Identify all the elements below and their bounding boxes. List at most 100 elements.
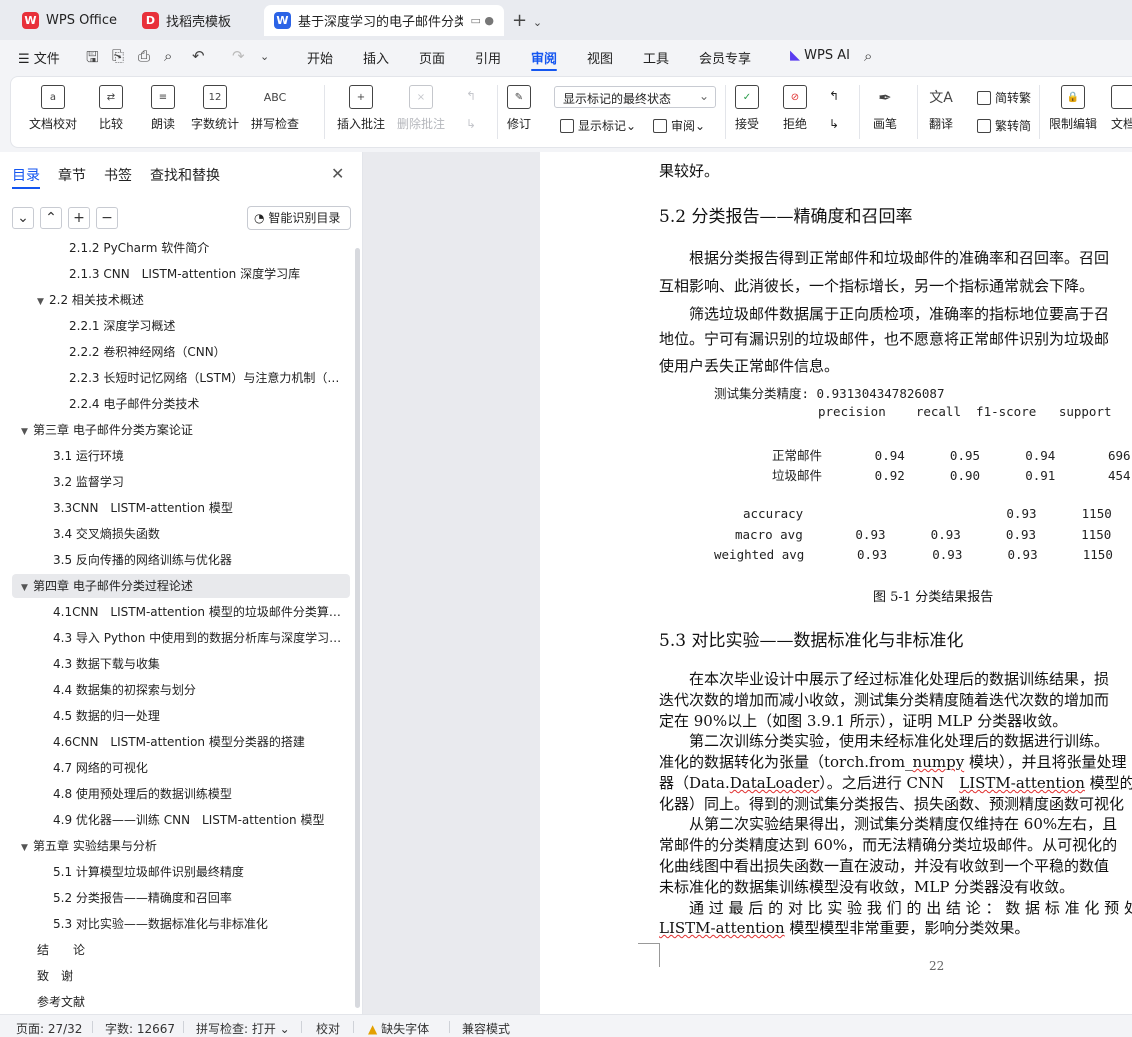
tab-close-icon[interactable]: ▭ ● (471, 14, 495, 27)
menu-references[interactable]: 引用 (475, 48, 501, 67)
toc-item[interactable]: 2.1.2 PyCharm 软件简介 (12, 240, 350, 260)
toc-item[interactable]: 3.4 交叉熵损失函数 (12, 522, 350, 546)
spell-check-status[interactable]: 拼写检查: 打开 ⌄ (196, 1020, 290, 1037)
expand-triangle-icon[interactable]: ▼ (21, 836, 33, 858)
print-preview-icon[interactable]: ⌕ (164, 47, 172, 65)
toc-item[interactable]: 4.6CNN LISTM-attention 模型分类器的搭建 (12, 730, 350, 754)
toc-item[interactable]: 5.3 对比实验——数据标准化与非标准化 (12, 912, 350, 936)
reject-button[interactable]: ⊘ 拒绝 (783, 85, 807, 132)
tab-document[interactable]: W 基于深度学习的电子邮件分类 ▭ ● (264, 5, 504, 36)
expand-triangle-icon[interactable]: ▼ (21, 420, 33, 442)
status-divider (92, 1021, 93, 1033)
compare-button[interactable]: ⇄ 比较 (99, 85, 123, 132)
tab-bookmarks[interactable]: 书签 (104, 165, 132, 185)
quick-access-more-icon[interactable]: ⌄ (260, 50, 269, 63)
delete-comment-button[interactable]: × 删除批注 (397, 85, 445, 132)
add-heading-button[interactable]: + (68, 207, 90, 229)
toc-scrollbar[interactable] (355, 248, 360, 1008)
toc-item[interactable]: 2.2.3 长短时记忆网络（LSTM）与注意力机制（… (12, 366, 350, 390)
menu-insert[interactable]: 插入 (363, 48, 389, 67)
previous-comment-icon[interactable]: ↰ (466, 89, 476, 103)
insert-comment-button[interactable]: + 插入批注 (337, 85, 385, 132)
traditional-to-simplified-button[interactable]: 繁转简 (977, 117, 1031, 134)
previous-change-icon[interactable]: ↰ (829, 89, 839, 103)
toc-item[interactable]: 致 谢 (12, 964, 350, 988)
print-icon[interactable]: ⎙ (138, 47, 150, 65)
toc-item[interactable]: 3.2 监督学习 (12, 470, 350, 494)
remove-heading-button[interactable]: − (96, 207, 118, 229)
simplified-to-traditional-button[interactable]: 简转繁 (977, 89, 1031, 106)
expand-level-button[interactable]: ⌃ (40, 207, 62, 229)
share-icon[interactable]: ⎘ (112, 47, 124, 65)
spell-check-button[interactable]: ABC 拼写检查 (251, 85, 299, 132)
toc-item[interactable]: 2.2.1 深度学习概述 (12, 314, 350, 338)
wps-ai-button[interactable]: ◣ WPS AI (790, 48, 850, 63)
expand-triangle-icon[interactable]: ▼ (21, 576, 33, 598)
collapse-all-button[interactable]: ⌄ (12, 207, 34, 229)
active-tab-indicator (12, 187, 40, 189)
new-tab-button[interactable]: + ⌄ (512, 10, 542, 31)
expand-triangle-icon[interactable]: ▼ (37, 290, 49, 312)
translate-button[interactable]: 文A 翻译 (929, 85, 953, 132)
menu-member[interactable]: 会员专享 (699, 48, 751, 67)
read-aloud-button[interactable]: ≡ 朗读 (151, 85, 175, 132)
menu-page[interactable]: 页面 (419, 48, 445, 67)
missing-font-status[interactable]: ▲ 缺失字体 (368, 1020, 429, 1037)
tab-sections[interactable]: 章节 (58, 165, 86, 185)
toc-item[interactable]: 5.1 计算模型垃圾邮件识别最终精度 (12, 860, 350, 884)
accept-button[interactable]: ✓ 接受 (735, 85, 759, 132)
next-change-icon[interactable]: ↳ (829, 117, 839, 131)
toc-item[interactable]: 3.5 反向传播的网络训练与优化器 (12, 548, 350, 572)
tab-find-replace[interactable]: 查找和替换 (150, 165, 220, 185)
word-count-button[interactable]: 12 字数统计 (191, 85, 239, 132)
toc-item[interactable]: 2.2.2 卷积神经网络（CNN） (12, 340, 350, 364)
toc-item[interactable]: 4.9 优化器——训练 CNN LISTM-attention 模型 (12, 808, 350, 832)
page-indicator[interactable]: 页面: 27/32 (16, 1020, 82, 1037)
toc-item[interactable]: ▼ 第四章 电子邮件分类过程论述 (12, 574, 350, 598)
document-protect-button[interactable]: 文档 (1111, 85, 1132, 132)
file-menu[interactable]: ☰ 文件 (18, 48, 60, 67)
search-icon[interactable]: ⌕ (864, 47, 872, 65)
restrict-edit-button[interactable]: 🔒 限制编辑 (1049, 85, 1097, 132)
toc-item[interactable]: 4.5 数据的归一处理 (12, 704, 350, 728)
menu-view[interactable]: 视图 (587, 48, 613, 67)
tab-docer-templates[interactable]: D 找稻壳模板 (132, 5, 258, 36)
tab-wps-office[interactable]: W WPS Office (12, 5, 124, 36)
toc-item[interactable]: 参考文献 (12, 990, 350, 1010)
proofread-status[interactable]: 校对 (316, 1020, 340, 1037)
doc-check-button[interactable]: a 文档校对 (29, 85, 77, 132)
close-icon[interactable]: ✕ (331, 164, 344, 183)
document-page[interactable]: 果较好。 5.2 分类报告——精确度和召回率 根据分类报告得到正常邮件和垃圾邮件… (540, 152, 1132, 1014)
toc-item[interactable]: 4.3 导入 Python 中使用到的数据分析库与深度学习… (12, 626, 350, 650)
toc-item[interactable]: 2.1.3 CNN LISTM-attention 深度学习库 (12, 262, 350, 286)
show-markup-button[interactable]: 显示标记 ⌄ (560, 117, 636, 134)
toc-item[interactable]: 5.2 分类报告——精确度和召回率 (12, 886, 350, 910)
save-icon[interactable]: 🖫 (86, 47, 99, 72)
menu-home[interactable]: 开始 (307, 48, 333, 67)
smart-toc-button[interactable]: ◔ 智能识别目录 (247, 206, 351, 230)
toc-item[interactable]: ▼ 第三章 电子邮件分类方案论证 (12, 418, 350, 442)
toc-item[interactable]: 结 论 (12, 938, 350, 962)
toc-item[interactable]: 4.7 网络的可视化 (12, 756, 350, 780)
text-line: 迭代次数的增加而减小收敛，测试集分类精度随着迭代次数的增加而 (659, 691, 1110, 709)
toc-item[interactable]: ▼ 2.2 相关技术概述 (12, 288, 350, 312)
menu-review[interactable]: 审阅 (531, 48, 557, 67)
toc-item[interactable]: 2.2.4 电子邮件分类技术 (12, 392, 350, 416)
toc-item[interactable]: 4.8 使用预处理后的数据训练模型 (12, 782, 350, 806)
toc-item[interactable]: ▼ 第五章 实验结果与分析 (12, 834, 350, 858)
toc-item[interactable]: 3.1 运行环境 (12, 444, 350, 468)
toc-item[interactable]: 4.1CNN LISTM-attention 模型的垃圾邮件分类算… (12, 600, 350, 624)
tab-toc[interactable]: 目录 (12, 165, 40, 185)
review-pane-button[interactable]: 审阅 ⌄ (653, 117, 705, 134)
toc-item[interactable]: 4.4 数据集的初探索与划分 (12, 678, 350, 702)
word-count-indicator[interactable]: 字数: 12667 (105, 1020, 175, 1037)
toc-item[interactable]: 3.3CNN LISTM-attention 模型 (12, 496, 350, 520)
undo-icon[interactable]: ↶ (192, 47, 205, 65)
revise-button[interactable]: ✎ 修订 (507, 85, 531, 132)
next-comment-icon[interactable]: ↳ (466, 117, 476, 131)
markup-state-dropdown[interactable]: 显示标记的最终状态 ⌄ (554, 86, 716, 108)
redo-icon[interactable]: ↷ (232, 47, 245, 65)
pen-button[interactable]: ✒ 画笔 (873, 85, 897, 132)
menu-tools[interactable]: 工具 (643, 48, 669, 67)
toc-item[interactable]: 4.3 数据下载与收集 (12, 652, 350, 676)
